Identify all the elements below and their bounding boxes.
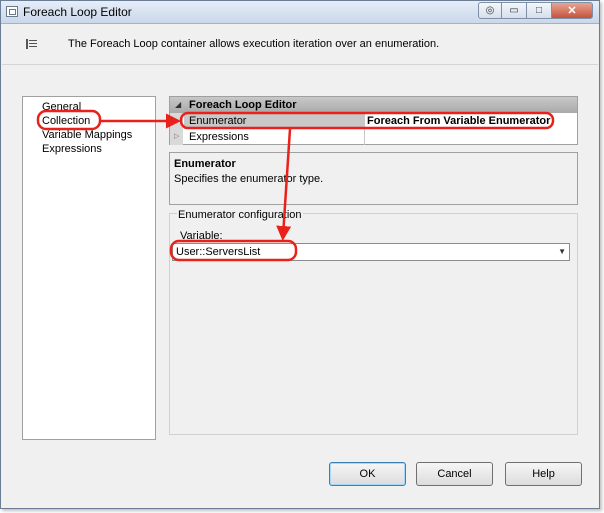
property-name-expressions: Expressions — [189, 131, 249, 143]
description-title: Enumerator — [174, 158, 236, 170]
title-bar[interactable]: Foreach Loop Editor ◎ ▭ □ ✕ — [1, 1, 599, 24]
nav-item-variable-mappings[interactable]: Variable Mappings — [42, 129, 132, 141]
properties-icon — [26, 39, 38, 49]
collapse-triangle-icon[interactable]: ◢ — [175, 100, 181, 109]
page-list: General Collection Variable Mappings Exp… — [22, 96, 156, 440]
window-icon — [6, 6, 18, 17]
window-title: Foreach Loop Editor — [23, 5, 132, 19]
help-button[interactable]: Help — [505, 462, 582, 486]
enumerator-configuration-title: Enumerator configuration — [177, 209, 303, 221]
header-band: The Foreach Loop container allows execut… — [2, 24, 598, 65]
grid-row-enumerator[interactable]: Enumerator Foreach From Variable Enumera… — [170, 113, 577, 129]
description-box: Enumerator Specifies the enumerator type… — [169, 152, 578, 205]
header-description: The Foreach Loop container allows execut… — [68, 38, 440, 50]
minimize-button[interactable]: ▭ — [501, 2, 527, 19]
nav-item-general[interactable]: General — [42, 101, 81, 113]
grid-category-label: Foreach Loop Editor — [189, 99, 297, 111]
variable-dropdown[interactable]: User::ServersList ▼ — [172, 243, 570, 261]
variable-dropdown-value: User::ServersList — [176, 246, 261, 258]
variable-label: Variable: — [180, 230, 223, 242]
context-help-button[interactable]: ◎ — [478, 2, 502, 19]
grid-category-header[interactable]: ◢ Foreach Loop Editor — [170, 97, 577, 113]
cancel-button[interactable]: Cancel — [416, 462, 493, 486]
window-controls: ◎ ▭ □ ✕ — [478, 2, 593, 20]
property-name-enumerator: Enumerator — [189, 115, 247, 127]
chevron-down-icon[interactable]: ▼ — [558, 247, 566, 256]
expand-triangle-icon[interactable]: ▷ — [174, 132, 179, 140]
ok-button[interactable]: OK — [329, 462, 406, 486]
property-value-enumerator[interactable]: Foreach From Variable Enumerator — [367, 115, 550, 127]
property-grid: ◢ Foreach Loop Editor Enumerator Foreach… — [169, 96, 578, 145]
description-text: Specifies the enumerator type. — [174, 173, 324, 185]
maximize-button[interactable]: □ — [526, 2, 552, 19]
grid-row-expressions[interactable]: ▷ Expressions — [170, 129, 577, 145]
close-button[interactable]: ✕ — [551, 2, 593, 19]
nav-item-collection[interactable]: Collection — [42, 115, 90, 127]
enumerator-configuration-group: Enumerator configuration Variable: User:… — [169, 209, 578, 435]
nav-item-expressions[interactable]: Expressions — [42, 143, 102, 155]
